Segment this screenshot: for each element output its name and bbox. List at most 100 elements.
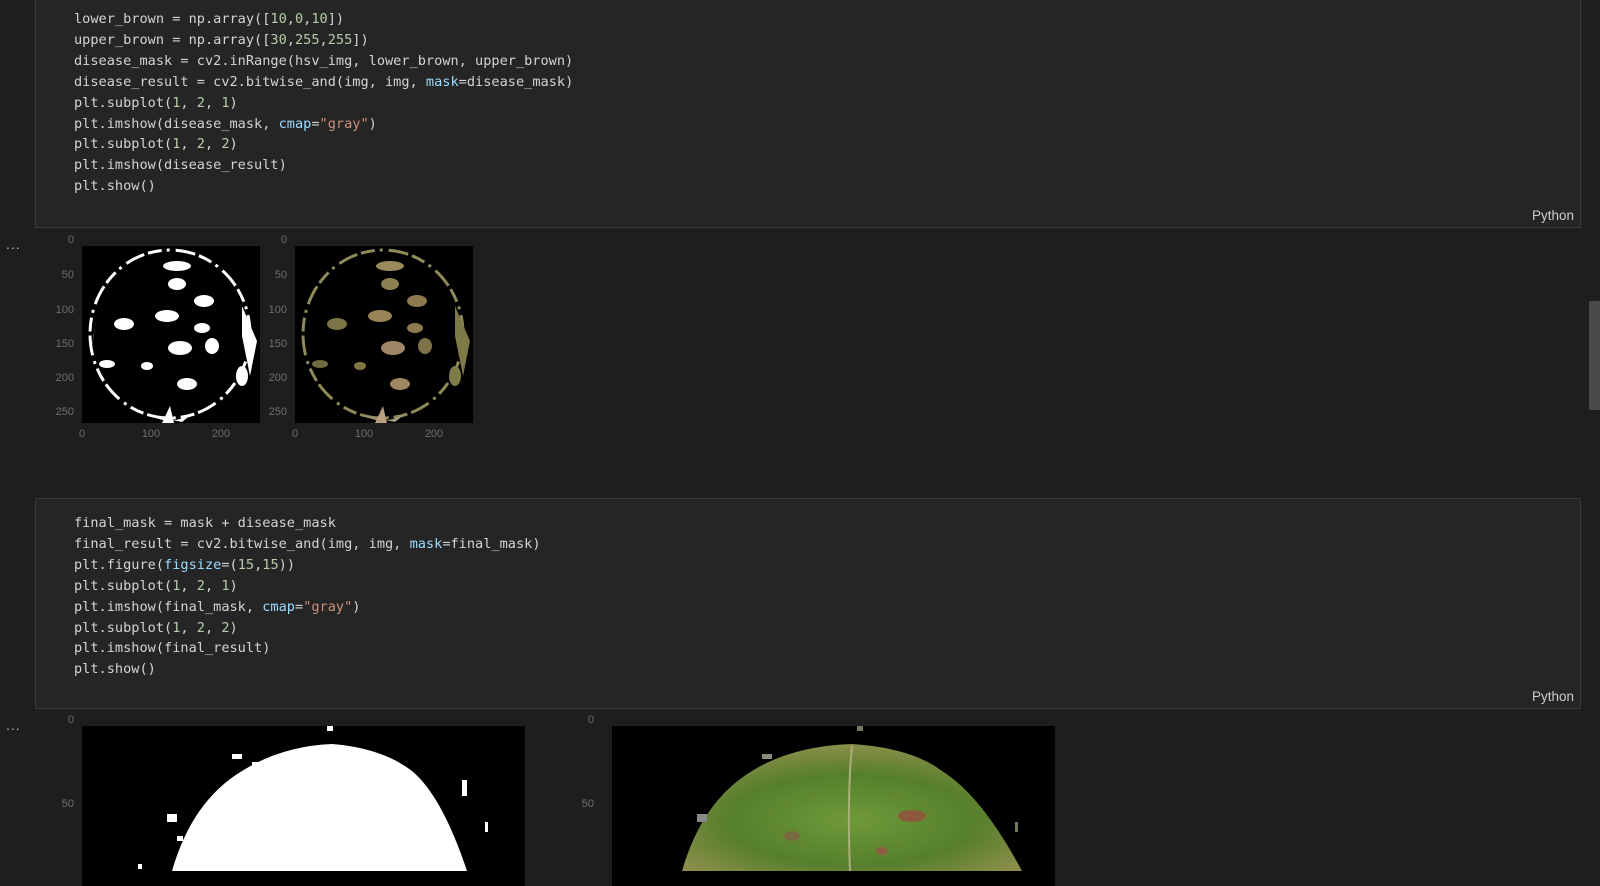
output-menu-button[interactable]: ...	[6, 236, 21, 252]
code-token: plt.subplot(	[74, 136, 173, 153]
code-token: plt.imshow(disease_mask,	[74, 115, 279, 132]
code-token: )	[229, 619, 238, 636]
code-token: ,	[180, 94, 197, 111]
code-token: 15	[262, 556, 279, 573]
language-indicator[interactable]: Python	[1532, 689, 1574, 704]
code-token: =	[295, 598, 304, 615]
x-tick: 200	[211, 428, 231, 440]
code-line: disease_result = cv2.bitwise_and(img, im…	[74, 72, 573, 93]
output-figure-2: 0 50 0 50	[40, 714, 1070, 886]
code-token: 15	[237, 556, 255, 573]
code-token: )	[368, 115, 377, 132]
code-line: plt.subplot(1, 2, 1)	[74, 576, 541, 597]
code-token: lower_brown = np.array([	[74, 11, 271, 27]
x-tick: 0	[78, 428, 86, 440]
code-token: final_mask = mask + disease_mask	[74, 515, 336, 531]
vertical-scrollbar[interactable]	[1589, 301, 1600, 410]
output-menu-button[interactable]: ...	[6, 717, 21, 733]
y-tick: 250	[268, 406, 287, 418]
code-token: )	[229, 94, 238, 111]
final-mask-image	[82, 726, 525, 886]
code-line: plt.imshow(disease_result)	[74, 155, 573, 176]
code-line: plt.imshow(final_result)	[74, 638, 541, 659]
code-line: plt.show()	[74, 176, 573, 197]
code-token: ,	[286, 11, 295, 27]
code-token: ,	[180, 136, 197, 153]
code-token: upper_brown = np.array([	[74, 31, 271, 48]
y-tick: 150	[268, 338, 287, 350]
code-token: plt.show()	[74, 661, 156, 678]
code-token: ,	[319, 31, 328, 48]
y-tick: 50	[61, 269, 74, 281]
code-line: final_mask = mask + disease_mask	[74, 513, 541, 534]
code-token: final_result = cv2.bitwise_and(img, img,	[74, 535, 410, 552]
code-editor-2[interactable]: final_mask = mask + disease_mask final_re…	[74, 513, 541, 680]
code-token: "gray"	[319, 115, 369, 132]
x-tick: 100	[354, 428, 374, 440]
code-token: disease_mask = cv2.inRange(hsv_img, lowe…	[74, 52, 574, 69]
y-tick: 0	[67, 714, 74, 726]
code-cell-2[interactable]: final_mask = mask + disease_mask final_re…	[35, 498, 1581, 709]
y-tick: 100	[55, 304, 74, 316]
y-tick: 0	[67, 234, 74, 246]
code-token: )	[229, 136, 238, 153]
code-token: figsize	[164, 556, 222, 573]
output-figure-1: 0 50 100 150 200 250 0 100 200 0 50 100 …	[40, 234, 480, 448]
code-token: ])	[352, 31, 369, 48]
code-token: =	[311, 115, 320, 132]
language-indicator[interactable]: Python	[1532, 208, 1574, 223]
code-token: cmap	[262, 598, 295, 615]
code-token: 255	[327, 31, 353, 48]
code-token: 10	[311, 11, 328, 27]
y-tick: 250	[55, 406, 74, 418]
x-tick: 200	[424, 428, 444, 440]
code-cell-1[interactable]: lower_brown = np.array([10,0,10]) upper_b…	[35, 0, 1581, 228]
code-line: plt.show()	[74, 659, 541, 680]
code-line: plt.subplot(1, 2, 2)	[74, 134, 573, 155]
code-line: plt.imshow(final_mask, cmap="gray")	[74, 597, 541, 618]
code-token: "gray"	[303, 598, 353, 615]
disease-result-image	[295, 246, 473, 423]
code-token: ,	[204, 577, 222, 594]
y-tick: 100	[268, 304, 287, 316]
code-token: 30	[270, 31, 287, 48]
code-token: 255	[294, 31, 320, 48]
code-token: mask	[409, 535, 443, 552]
code-token: 1	[221, 94, 230, 111]
code-line: plt.imshow(disease_mask, cmap="gray")	[74, 114, 573, 135]
y-tick: 200	[55, 372, 74, 384]
y-tick: 50	[581, 798, 594, 810]
code-token: plt.imshow(final_result)	[74, 640, 271, 657]
code-token: =final_mask)	[442, 535, 541, 552]
code-token: cmap	[278, 115, 312, 132]
x-tick: 0	[291, 428, 299, 440]
code-token: ,	[180, 619, 197, 636]
code-token: =(	[221, 556, 238, 573]
x-tick: 100	[141, 428, 161, 440]
code-token: 2	[196, 136, 205, 153]
code-token: =disease_mask)	[458, 73, 574, 90]
code-token: 2	[221, 136, 230, 153]
code-token: ,	[204, 619, 222, 636]
y-tick: 0	[587, 714, 594, 726]
code-token: )	[229, 577, 238, 594]
code-token: mask	[425, 73, 459, 90]
final-mask-svg	[138, 726, 488, 871]
code-token: ,	[204, 136, 222, 153]
code-token: plt.imshow(disease_result)	[74, 157, 287, 174]
y-tick: 0	[280, 234, 287, 246]
code-line: plt.subplot(1, 2, 1)	[74, 93, 573, 114]
code-token: 0	[294, 11, 304, 27]
code-editor-1[interactable]: lower_brown = np.array([10,0,10]) upper_b…	[74, 9, 573, 197]
code-token: )	[352, 598, 361, 615]
y-tick: 50	[274, 269, 287, 281]
final-result-svg	[682, 726, 1022, 872]
code-line: upper_brown = np.array([30,255,255])	[74, 30, 573, 51]
code-line: final_result = cv2.bitwise_and(img, img,…	[74, 534, 541, 555]
code-line: disease_mask = cv2.inRange(hsv_img, lowe…	[74, 51, 573, 72]
code-token: 1	[221, 577, 230, 594]
y-tick: 150	[55, 338, 74, 350]
code-token: 2	[196, 94, 205, 111]
code-token: ))	[278, 556, 296, 573]
code-token: 10	[270, 11, 287, 27]
